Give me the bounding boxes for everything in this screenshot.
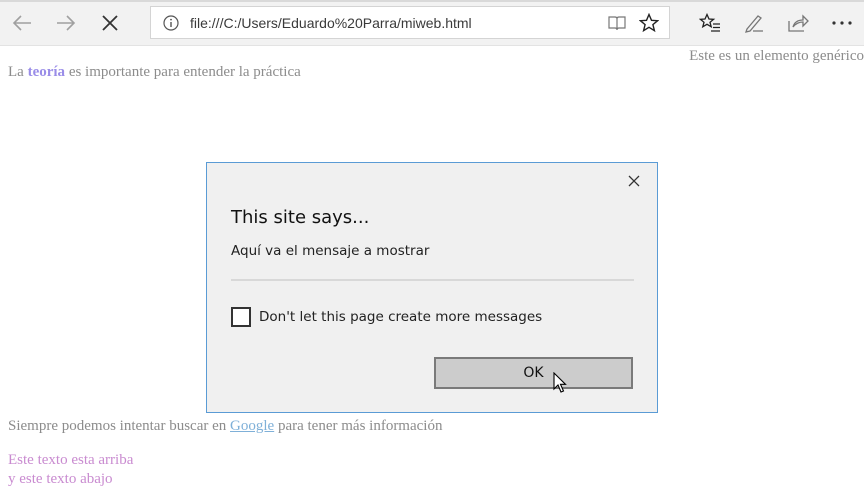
close-icon [102, 15, 118, 31]
theory-suffix: es importante para entender la práctica [65, 64, 301, 80]
more-button[interactable] [824, 6, 860, 40]
generic-element-text: Este es un elemento genérico [689, 48, 864, 64]
dialog-message: Aquí va el mensaje a mostrar [231, 243, 430, 259]
dialog-close-button[interactable] [624, 171, 644, 191]
text-above: Este texto esta arriba [8, 452, 134, 468]
favorites-hub-icon [699, 13, 720, 32]
browser-toolbar: file:///C:/Users/Eduardo%20Parra/miweb.h… [0, 0, 864, 46]
suppress-messages-label[interactable]: Don't let this page create more messages [259, 309, 542, 325]
forward-arrow-icon [57, 15, 76, 31]
share-icon [788, 14, 809, 32]
tab-strip-edge [0, 0, 864, 2]
back-button[interactable] [4, 6, 40, 40]
search-paragraph: Siempre podemos intentar buscar en Googl… [8, 418, 442, 435]
share-button[interactable] [780, 6, 816, 40]
address-bar[interactable]: file:///C:/Users/Eduardo%20Parra/miweb.h… [150, 6, 670, 39]
ok-button[interactable]: OK [434, 357, 633, 389]
dialog-title: This site says... [231, 207, 370, 228]
suppress-messages-checkbox[interactable] [231, 307, 251, 327]
url-text[interactable]: file:///C:/Users/Eduardo%20Parra/miweb.h… [190, 15, 472, 31]
reading-view-icon[interactable] [607, 14, 627, 32]
favorites-hub-button[interactable] [692, 6, 728, 40]
search-prefix: Siempre podemos intentar buscar en [8, 418, 231, 434]
theory-paragraph: La teoría es importante para entender la… [8, 64, 301, 81]
google-link[interactable]: Google [230, 418, 274, 434]
info-icon[interactable] [163, 15, 179, 31]
mouse-cursor-icon [553, 372, 567, 393]
close-icon [628, 175, 640, 187]
theory-bold-word: teoría [27, 64, 66, 80]
alert-dialog: This site says... Aquí va el mensaje a m… [206, 162, 658, 413]
back-arrow-icon [12, 15, 31, 31]
search-suffix: para tener más información [274, 418, 443, 434]
pen-icon [745, 15, 763, 33]
stop-button[interactable] [92, 6, 128, 40]
star-icon[interactable] [639, 13, 659, 33]
theory-prefix: La [8, 64, 28, 80]
dialog-divider [231, 279, 634, 281]
text-below: y este texto abajo [8, 471, 113, 487]
forward-button[interactable] [48, 6, 84, 40]
more-icon [832, 21, 852, 25]
notes-button[interactable] [736, 6, 772, 40]
